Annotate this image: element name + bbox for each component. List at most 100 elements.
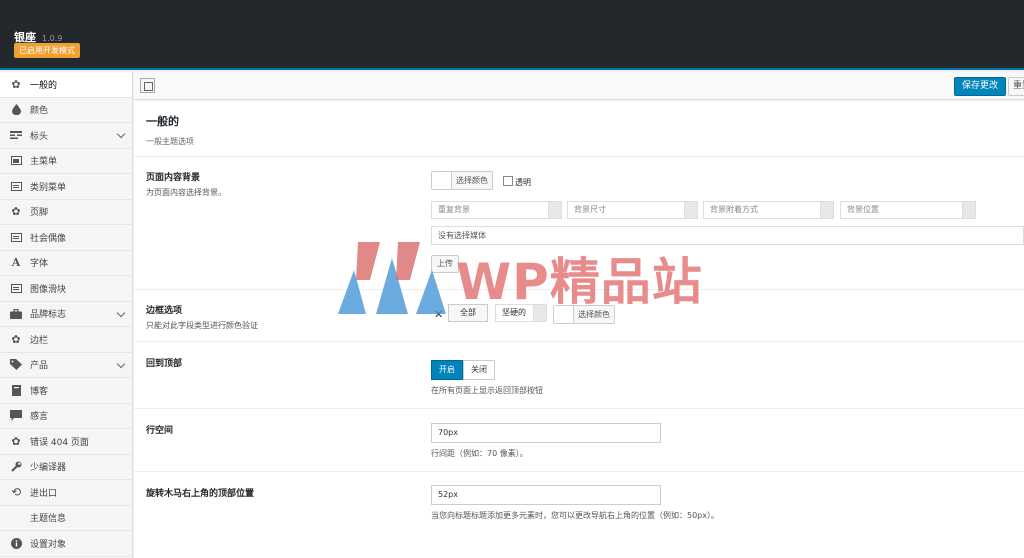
sidebar-item-label: 品牌标志 (30, 310, 67, 321)
chevron-down-icon[interactable] (116, 129, 126, 139)
font-icon: A (11, 256, 21, 270)
sidebar-item-color[interactable]: 颜色 (0, 98, 132, 123)
drop-icon (10, 104, 22, 116)
gear-icon: ✿ (11, 77, 21, 91)
sidebar-item-label: 错误 404 页面 (30, 437, 89, 448)
comment-icon (10, 410, 22, 422)
sidebar-item-sidebar[interactable]: ✿ 边栏 (0, 327, 132, 353)
divider (134, 408, 1024, 409)
gear-icon: ✿ (11, 434, 21, 448)
sidebar-item-header[interactable]: 标头 (0, 123, 132, 149)
divider (134, 471, 1024, 472)
line-height-hint: 行间距（例如：70 像素）。 (431, 449, 528, 458)
chevron-down-icon (820, 202, 833, 218)
sidebar-item-blog[interactable]: 博客 (0, 378, 132, 404)
gear-icon: ✿ (11, 205, 21, 219)
sidebar-item-404[interactable]: ✿ 错误 404 页面 (0, 429, 132, 455)
sidebar-item-brand-logos[interactable]: 品牌标志 (0, 302, 132, 327)
page-bg-desc: 为页面内容选择背景。 (146, 188, 226, 197)
sidebar-item-testimonials[interactable]: 感言 (0, 404, 132, 429)
reset-button[interactable]: 重置 (1008, 77, 1024, 96)
sidebar-item-label: 设置对象 (30, 539, 67, 550)
save-button[interactable]: 保存更改 (954, 77, 1007, 96)
sidebar: ✿ 一般的 颜色 标头 主菜单 类别菜单 ✿ 页脚 社会偶像 A 字体 图像滑块 (0, 72, 133, 558)
sidebar-item-social-icons[interactable]: 社会偶像 (0, 225, 132, 251)
menu-icon (10, 155, 22, 167)
sidebar-item-label: 标头 (30, 131, 49, 142)
sidebar-item-footer[interactable]: ✿ 页脚 (0, 200, 132, 225)
sidebar-item-label: 主菜单 (30, 157, 58, 168)
sidebar-item-settings-object[interactable]: 设置对象 (0, 531, 132, 557)
chevron-down-icon[interactable] (116, 308, 126, 317)
carousel-top-hint: 当您向标题标题添加更多元素时，您可以更改导航右上角的位置（例如：50px）。 (431, 511, 719, 520)
back-to-top-off-button[interactable]: 关闭 (463, 360, 495, 380)
sidebar-item-label: 社会偶像 (30, 233, 67, 244)
gear-icon: ✿ (11, 332, 21, 346)
bg-position-select[interactable]: 背景位置 (840, 201, 976, 219)
sidebar-item-label: 主题信息 (30, 514, 67, 525)
sidebar-item-category-menu[interactable]: 类别菜单 (0, 174, 132, 200)
bg-size-select[interactable]: 背景尺寸 (567, 201, 698, 219)
sidebar-item-label: 边栏 (30, 335, 49, 346)
refresh-icon: ⟲ (10, 485, 22, 500)
options-toolbar: 保存更改 重置 (134, 72, 1024, 100)
sidebar-item-theme-info[interactable]: 主题信息 (0, 506, 132, 531)
sidebar-item-products[interactable]: 产品 (0, 353, 132, 378)
version-label: 1.0.9 (42, 34, 63, 43)
sidebar-item-label: 类别菜单 (30, 182, 67, 193)
sidebar-item-image-slider[interactable]: 图像滑块 (0, 276, 132, 302)
bg-attachment-select[interactable]: 背景附着方式 (703, 201, 834, 219)
sidebar-item-main-menu[interactable]: 主菜单 (0, 149, 132, 174)
blog-icon (10, 384, 22, 396)
carousel-top-label: 旋转木马右上角的顶部位置 (146, 489, 255, 499)
divider (134, 156, 1024, 157)
line-height-input[interactable]: 70px (431, 423, 661, 443)
sidebar-item-label: 产品 (30, 361, 49, 372)
section-title: 一般的 (146, 115, 179, 128)
sidebar-item-label: 颜色 (30, 106, 49, 117)
admin-header: 银座 1.0.9 已启用开发模式 (0, 0, 1024, 70)
sidebar-item-label: 字体 (30, 259, 49, 270)
back-to-top-hint: 在所有页面上显示返回顶部按钮 (431, 386, 543, 395)
chevron-down-icon (684, 202, 697, 218)
chevron-down-icon[interactable] (116, 359, 126, 368)
sidebar-item-label: 少编译器 (30, 463, 67, 474)
watermark-logo-icon (338, 242, 446, 314)
transparent-label: 透明 (515, 178, 531, 187)
carousel-top-input[interactable]: 52px (431, 485, 661, 505)
back-to-top-label: 回到顶部 (146, 359, 183, 369)
color-button-label: 选择颜色 (456, 176, 488, 185)
sidebar-item-label: 感言 (30, 412, 49, 423)
watermark-text: WP精品站 (456, 253, 703, 311)
sidebar-item-label: 图像滑块 (30, 284, 67, 295)
sidebar-item-typography[interactable]: A 字体 (0, 251, 132, 276)
watermark: WP精品站 (336, 240, 702, 320)
sidebar-item-label: 一般的 (30, 80, 58, 91)
dev-mode-badge: 已启用开发模式 (14, 43, 80, 58)
briefcase-icon (10, 308, 22, 320)
page-bg-label: 页面内容背景 (146, 173, 201, 183)
expand-options-icon[interactable] (140, 78, 155, 93)
menu-icon (10, 282, 22, 294)
bg-repeat-select[interactable]: 重复背景 (431, 201, 562, 219)
sidebar-item-label: 博客 (30, 386, 49, 397)
tag-icon (10, 359, 22, 371)
menu-icon (10, 180, 22, 192)
sidebar-item-import-export[interactable]: ⟲ 进出口 (0, 480, 132, 506)
border-desc: 只能对此字段类型进行颜色验证 (146, 321, 258, 330)
chevron-down-icon (962, 202, 975, 218)
options-panel: 一般的 一般主题选项 页面内容背景 为页面内容选择背景。 选择颜色 透明 重复背… (134, 101, 1024, 558)
chevron-down-icon (548, 202, 561, 218)
header-icon (10, 129, 22, 141)
section-subtitle: 一般主题选项 (146, 137, 194, 146)
transparent-checkbox[interactable] (503, 176, 513, 186)
sidebar-item-general[interactable]: ✿ 一般的 (0, 72, 132, 98)
sidebar-item-less-compiler[interactable]: 少编译器 (0, 455, 132, 480)
divider (134, 341, 1024, 342)
back-to-top-on-button[interactable]: 开启 (431, 360, 463, 380)
color-swatch (432, 172, 452, 189)
page-bg-color-picker[interactable]: 选择颜色 (431, 171, 493, 190)
wrench-icon (10, 461, 22, 473)
info-icon (10, 537, 22, 549)
menu-icon (10, 231, 22, 243)
